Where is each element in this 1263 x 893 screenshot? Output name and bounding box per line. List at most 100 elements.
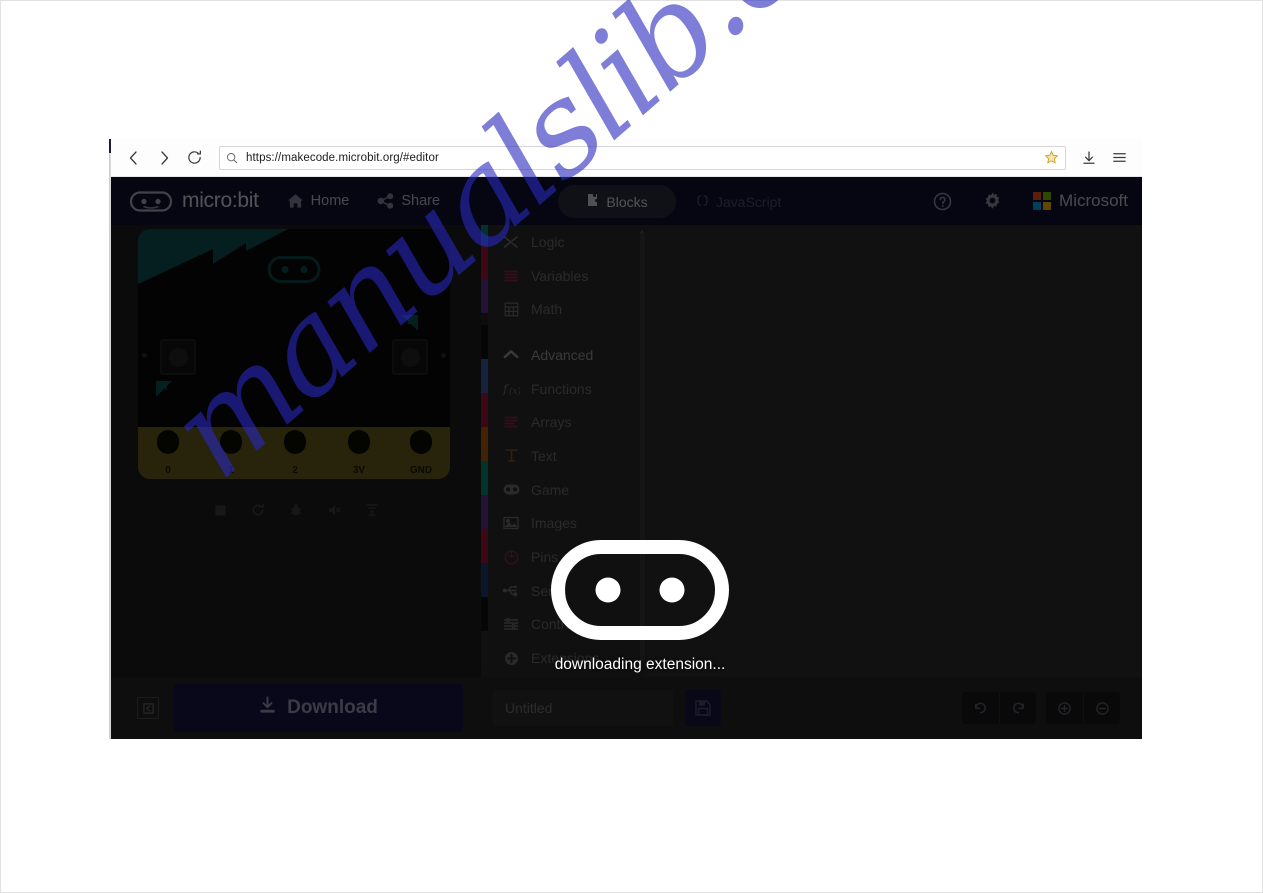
code-brackets-icon bbox=[696, 194, 709, 210]
screenshot-root: https://makecode.microbit.org/#editor mi… bbox=[0, 0, 1263, 893]
toolbox-item-arrays[interactable]: Arrays bbox=[488, 405, 647, 439]
microbit-logo[interactable]: micro:bit bbox=[129, 189, 259, 214]
zoom-group bbox=[1046, 692, 1120, 724]
variables-icon bbox=[502, 267, 520, 285]
mute-icon[interactable] bbox=[319, 497, 349, 523]
simulator-button-a[interactable] bbox=[160, 339, 196, 375]
redo-icon[interactable] bbox=[999, 692, 1036, 724]
svg-text:(x): (x) bbox=[509, 386, 520, 396]
browser-window: https://makecode.microbit.org/#editor mi… bbox=[111, 139, 1142, 739]
pins-icon bbox=[502, 548, 520, 566]
pin-0[interactable]: 0 bbox=[154, 427, 182, 479]
undo-icon[interactable] bbox=[962, 692, 999, 724]
chevron-up-icon bbox=[502, 346, 520, 364]
makecode-editor: micro:bit Home Share Blocks JavaScript M… bbox=[111, 177, 1142, 739]
home-label: Home bbox=[310, 193, 350, 209]
restart-icon[interactable] bbox=[243, 497, 273, 523]
downloads-icon[interactable] bbox=[1074, 143, 1104, 173]
button-a-label: A bbox=[160, 382, 168, 393]
extensions-icon bbox=[502, 649, 520, 667]
simulator-panel: A B 0 1 2 3V GND bbox=[111, 225, 481, 739]
tab-blocks-label: Blocks bbox=[606, 193, 648, 210]
toolbox-item-functions[interactable]: f (x) Functions bbox=[488, 372, 647, 406]
text-icon bbox=[502, 447, 520, 465]
editor-tabs: Blocks JavaScript bbox=[558, 185, 810, 218]
tab-javascript[interactable]: JavaScript bbox=[676, 185, 801, 218]
home-button[interactable]: Home bbox=[287, 193, 350, 209]
fullscreen-icon[interactable] bbox=[357, 497, 387, 523]
bookmark-star-icon[interactable] bbox=[1044, 150, 1059, 165]
control-icon bbox=[502, 615, 520, 633]
simulator-button-b[interactable] bbox=[392, 339, 428, 375]
header-right-group: Microsoft bbox=[917, 177, 1128, 225]
toolbox-label: Images bbox=[531, 515, 577, 532]
toolbox-label: Functions bbox=[531, 380, 592, 397]
pin-1[interactable]: 1 bbox=[217, 427, 245, 479]
download-icon bbox=[258, 695, 277, 721]
browser-menu-icon[interactable] bbox=[1104, 143, 1134, 173]
zoom-in-icon[interactable] bbox=[1046, 692, 1083, 724]
microbit-logo-mark bbox=[129, 190, 173, 212]
toolbox-item-images[interactable]: Images bbox=[488, 507, 647, 541]
blocks-icon bbox=[586, 193, 599, 210]
pin-1-label: 1 bbox=[228, 465, 234, 476]
workspace-controls bbox=[962, 692, 1120, 724]
help-icon[interactable] bbox=[917, 177, 967, 225]
undo-redo-group bbox=[962, 692, 1036, 724]
toolbox-item-variables[interactable]: Variables bbox=[488, 259, 647, 293]
collapse-simulator-button[interactable] bbox=[137, 697, 159, 719]
microsoft-squares-icon bbox=[1033, 192, 1052, 210]
toolbox-label: Text bbox=[531, 447, 557, 464]
microsoft-logo[interactable]: Microsoft bbox=[1033, 191, 1128, 211]
search-icon bbox=[226, 152, 238, 164]
toolbox-label: Math bbox=[531, 301, 563, 318]
toolbox-label: Advanced bbox=[531, 346, 594, 363]
toolbox-label: Arrays bbox=[531, 414, 572, 431]
url-text: https://makecode.microbit.org/#editor bbox=[246, 151, 439, 164]
brand-text: micro:bit bbox=[182, 189, 259, 212]
zoom-out-icon[interactable] bbox=[1083, 692, 1120, 724]
gear-icon[interactable] bbox=[967, 177, 1017, 225]
share-button[interactable]: Share bbox=[377, 193, 440, 209]
logic-icon bbox=[502, 233, 520, 251]
stop-icon[interactable] bbox=[205, 497, 235, 523]
toolbox-item-text[interactable]: Text bbox=[488, 439, 647, 473]
microsoft-label: Microsoft bbox=[1059, 191, 1128, 210]
math-icon bbox=[502, 300, 520, 318]
toolbox-item-logic[interactable]: Logic bbox=[488, 225, 647, 259]
address-bar[interactable]: https://makecode.microbit.org/#editor bbox=[219, 145, 1066, 170]
toolbox-label: Game bbox=[531, 481, 570, 498]
functions-icon: f (x) bbox=[502, 380, 520, 398]
serial-icon bbox=[502, 582, 520, 600]
project-name-group bbox=[493, 690, 721, 726]
tab-javascript-label: JavaScript bbox=[716, 193, 782, 210]
download-label: Download bbox=[287, 697, 378, 718]
editor-bottom-bar: Download bbox=[111, 677, 1142, 739]
project-name-input[interactable] bbox=[493, 690, 673, 726]
button-b-label: B bbox=[407, 316, 415, 327]
browser-toolbar: https://makecode.microbit.org/#editor bbox=[111, 139, 1142, 177]
usb-connector bbox=[267, 256, 321, 283]
simulator-controls bbox=[111, 497, 481, 523]
pin-3v[interactable]: 3V bbox=[345, 427, 373, 479]
edge-connector: 0 1 2 3V GND bbox=[138, 427, 450, 479]
toolbox-item-advanced[interactable]: Advanced bbox=[488, 338, 647, 372]
toolbox-item-math[interactable]: Math bbox=[488, 292, 647, 326]
editor-header: micro:bit Home Share Blocks JavaScript M… bbox=[111, 177, 1142, 225]
debug-icon[interactable] bbox=[281, 497, 311, 523]
share-icon bbox=[377, 193, 394, 209]
reload-icon[interactable] bbox=[179, 143, 209, 173]
toolbox-item-game[interactable]: Game bbox=[488, 473, 647, 507]
back-icon[interactable] bbox=[119, 143, 149, 173]
microbit-simulator[interactable]: A B 0 1 2 3V GND bbox=[138, 229, 450, 479]
save-button[interactable] bbox=[685, 690, 721, 726]
images-icon bbox=[502, 514, 520, 532]
forward-icon[interactable] bbox=[149, 143, 179, 173]
game-icon bbox=[502, 481, 520, 499]
tab-blocks[interactable]: Blocks bbox=[558, 185, 676, 218]
pin-2[interactable]: 2 bbox=[281, 427, 309, 479]
pin-gnd-label: GND bbox=[409, 465, 433, 476]
pin-3v-label: 3V bbox=[352, 465, 366, 476]
download-button[interactable]: Download bbox=[173, 684, 463, 732]
pin-gnd[interactable]: GND bbox=[404, 427, 438, 479]
